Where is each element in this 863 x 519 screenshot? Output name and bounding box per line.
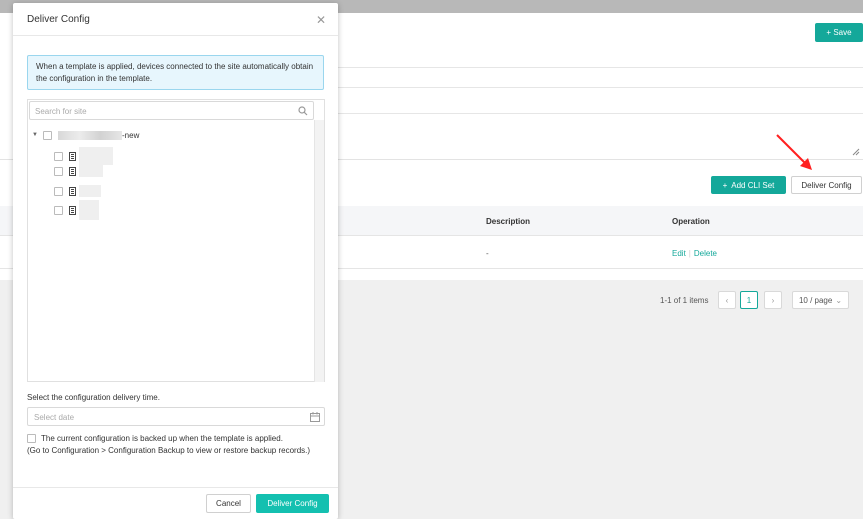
divider: [338, 113, 863, 114]
info-banner: When a template is applied, devices conn…: [27, 55, 324, 90]
site-search: [29, 101, 314, 120]
deliver-config-label: Deliver Config: [801, 180, 852, 190]
search-input[interactable]: [35, 105, 290, 117]
plus-icon: +: [826, 28, 832, 37]
backup-note: (Go to Configuration > Configuration Bac…: [27, 446, 311, 455]
search-icon[interactable]: [298, 106, 308, 116]
save-button[interactable]: + Save: [815, 23, 863, 42]
info-text: When a template is applied, devices conn…: [36, 62, 314, 83]
divider: [338, 87, 863, 88]
column-header-description: Description: [486, 217, 531, 226]
redacted-site-name: [79, 165, 103, 177]
add-cli-set-button[interactable]: + Add CLI Set: [711, 176, 786, 194]
checkbox[interactable]: [43, 130, 52, 140]
annotation-arrow-icon: [776, 134, 812, 170]
backup-option: The current configuration is backed up w…: [27, 433, 327, 457]
page-size-select[interactable]: 10 / page ⌄: [792, 291, 849, 309]
deliver-config-submit-label: Deliver Config: [267, 499, 318, 508]
backup-text: The current configuration is backed up w…: [41, 434, 283, 443]
backup-checkbox[interactable]: [27, 434, 36, 443]
edit-link[interactable]: Edit: [672, 249, 686, 258]
dialog-header: Deliver Config ✕: [13, 3, 338, 36]
delete-link[interactable]: Delete: [694, 249, 717, 258]
dialog-title: Deliver Config: [27, 14, 90, 25]
tree-scrollbar[interactable]: [314, 120, 324, 382]
cancel-label: Cancel: [216, 499, 241, 508]
prev-page-button[interactable]: ‹: [718, 291, 736, 309]
tree-node-root[interactable]: ▼ -new: [32, 129, 139, 141]
separator: |: [688, 249, 691, 258]
redacted-site-name: [58, 130, 122, 140]
calendar-icon[interactable]: [310, 412, 320, 422]
resize-handle-icon[interactable]: [852, 148, 860, 156]
building-icon: [69, 186, 76, 196]
page-size-value: 10 / page: [798, 295, 833, 305]
deliver-config-submit-button[interactable]: Deliver Config: [256, 494, 329, 513]
building-icon: [69, 205, 76, 215]
description-cell: -: [486, 249, 489, 258]
tree-node-site[interactable]: [54, 200, 99, 220]
checkbox[interactable]: [54, 205, 63, 215]
deliver-config-button[interactable]: Deliver Config: [791, 176, 862, 194]
building-icon: [69, 166, 76, 176]
tree-node-site[interactable]: [54, 147, 113, 165]
redacted-site-name: [79, 185, 101, 197]
chevron-left-icon: ‹: [725, 295, 729, 305]
redacted-site-name: [79, 200, 99, 220]
delivery-time-label: Select the configuration delivery time.: [27, 393, 160, 402]
date-picker[interactable]: [27, 407, 325, 426]
tree-node-site[interactable]: [54, 184, 101, 198]
dialog-footer: Cancel Deliver Config: [13, 487, 338, 519]
column-header-operation: Operation: [672, 217, 710, 226]
pagination-summary: 1-1 of 1 items: [660, 296, 709, 305]
next-page-button[interactable]: ›: [764, 291, 782, 309]
operation-cell: Edit | Delete: [672, 249, 717, 258]
cancel-button[interactable]: Cancel: [206, 494, 251, 513]
close-icon[interactable]: ✕: [315, 14, 327, 26]
caret-down-icon[interactable]: ▼: [32, 132, 40, 138]
site-tree-panel: ▼ -new: [27, 99, 325, 382]
redacted-site-name: [79, 147, 113, 165]
chevron-down-icon: ⌄: [835, 295, 843, 305]
add-cli-label: Add CLI Set: [731, 180, 775, 190]
divider: [338, 67, 863, 68]
chevron-right-icon: ›: [771, 295, 775, 305]
checkbox[interactable]: [54, 186, 63, 196]
date-input[interactable]: [34, 412, 284, 423]
plus-icon: +: [722, 180, 728, 190]
tree-node-label: -new: [122, 130, 140, 140]
checkbox[interactable]: [54, 166, 63, 176]
page-number: 1: [746, 295, 752, 305]
save-label: Save: [833, 28, 852, 37]
deliver-config-dialog: Deliver Config ✕ When a template is appl…: [13, 3, 338, 519]
checkbox[interactable]: [54, 151, 63, 161]
page-number-button[interactable]: 1: [740, 291, 758, 309]
tree-node-site[interactable]: [54, 164, 103, 178]
building-icon: [69, 151, 76, 161]
